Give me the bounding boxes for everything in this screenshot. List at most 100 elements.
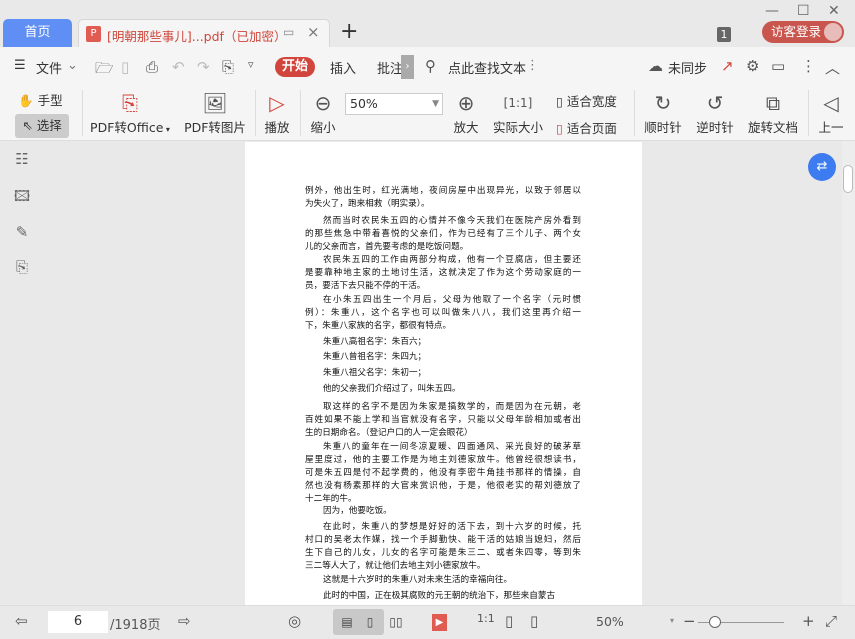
vertical-scrollbar[interactable] xyxy=(842,141,855,605)
select-tool-button[interactable]: ⇖ 选择 xyxy=(15,114,69,138)
chevron-down-icon[interactable]: ⌄ xyxy=(67,58,78,73)
hand-tool-button[interactable]: ✋ 手型 xyxy=(18,90,63,109)
rotate-counterclockwise-button[interactable]: ↺ 逆时针 xyxy=(694,89,736,136)
text-line: 生的日期命名。（登记户口的人一定会眼花） xyxy=(305,428,473,438)
sync-status[interactable]: 未同步 xyxy=(668,58,707,77)
text-line: 例）：朱重八，这个名字也可以叫做朱八八，我们这里再介绍一 xyxy=(305,308,581,318)
tab-document-title: [明朝那些事儿]...pdf（已加密） xyxy=(107,29,287,44)
menu-tab-annotate[interactable]: 批注 xyxy=(377,58,403,77)
maximize-button[interactable]: ☐ xyxy=(797,3,810,19)
floating-convert-button[interactable]: ⇄ xyxy=(808,153,836,181)
previous-page-icon[interactable]: ⇦ xyxy=(15,612,28,630)
tab-home[interactable]: 首页 xyxy=(3,19,72,47)
dual-page-view-button[interactable]: ▯▯ xyxy=(382,609,410,635)
zoom-out-label: 缩小 xyxy=(310,120,336,135)
fit-page-button[interactable]: ▯ 适合页面 xyxy=(556,118,617,137)
gear-icon[interactable]: ⚙ xyxy=(746,57,759,75)
thumbnail-icon[interactable]: 🖾 xyxy=(13,186,31,205)
search-input[interactable]: 点此查找文本 xyxy=(448,58,526,77)
rotate-clockwise-button[interactable]: ↻ 顺时针 xyxy=(642,89,684,136)
paragraph: 例外，他出生时，红光满地，夜间房屋中出现异光，以致于邻居以 为失火了，跑来相救（明… xyxy=(305,185,581,211)
text-line: 是要靠种地主家的土地讨生活，这就决定了作为这个劳动家庭的一 xyxy=(305,268,581,278)
actual-size-icon: [1:1] xyxy=(503,96,533,110)
eye-protection-icon[interactable]: ◎ xyxy=(288,612,301,630)
text-line: 这就是十六岁时的朱重八对未来生活的幸福向往。 xyxy=(323,575,513,585)
paragraph: 农民朱五四的工作由两部分构成，他有一个豆腐店，但主要还 是要靠种地主家的土地讨生活… xyxy=(305,254,581,293)
zoom-out-icon[interactable]: − xyxy=(683,612,696,630)
paragraph: 朱重八的童年在一间冬凉夏暖、四面通风、采光良好的破茅草 屋里度过，他的主要工作是为… xyxy=(305,441,581,506)
scroll-tabs-right-button[interactable]: › xyxy=(401,55,414,79)
tab-count-badge[interactable]: 1 xyxy=(717,27,731,42)
total-pages: /1918页 xyxy=(110,618,161,633)
zoom-in-label: 放大 xyxy=(453,120,479,135)
export-icon[interactable]: ⎘ xyxy=(222,58,234,76)
actual-size-button[interactable]: [1:1] 实际大小 xyxy=(490,89,546,136)
text-line: 儿的父亲而言，首先要考虑的是吃饭问题。 xyxy=(305,242,469,252)
rotate-document-button[interactable]: ⧉ 旋转文档 xyxy=(746,89,800,136)
new-tab-button[interactable]: + xyxy=(340,19,358,44)
zoom-slider-handle[interactable] xyxy=(709,616,722,628)
text-line: 朱重八祖父名字：朱初一； xyxy=(323,368,427,378)
pdf-to-image-button[interactable]: 🖼 PDF转图片 xyxy=(183,89,247,136)
comment-icon[interactable]: ▭ xyxy=(771,57,785,75)
pdf-page: 例外，他出生时，红光满地，夜间房屋中出现异光，以致于邻居以 为失火了，跑来相救（明… xyxy=(245,142,642,605)
menu-tab-insert[interactable]: 插入 xyxy=(330,58,356,77)
undo-icon[interactable]: ↶ xyxy=(172,58,185,76)
text-line: 然而当时农民朱五四的心情并不像今天我们在医院产房外看到 xyxy=(323,216,581,226)
text-line: 在小朱五四出生一个月后，父母为他取了一个名字（元时惯 xyxy=(323,295,581,305)
hamburger-icon[interactable]: ☰ xyxy=(14,58,26,73)
print-icon[interactable]: ⎙ xyxy=(146,58,158,76)
play-icon[interactable]: ▶ xyxy=(432,614,447,631)
save-icon[interactable]: ▯ xyxy=(121,58,129,76)
zoom-in-button[interactable]: ⊕ 放大 xyxy=(451,89,481,136)
fit-width-label: 适合宽度 xyxy=(566,94,617,109)
zoom-dropdown-icon[interactable]: ▾ xyxy=(670,616,674,625)
close-window-button[interactable]: ✕ xyxy=(828,3,840,19)
zoom-out-button[interactable]: ⊖ 缩小 xyxy=(308,89,338,136)
text-line: 生下自己的儿女，儿女的名字可能是朱三二、或者朱四零，等到朱 xyxy=(305,548,581,558)
fit-page-icon[interactable]: ▯ xyxy=(505,612,513,630)
attachment-icon[interactable]: ⎘ xyxy=(13,258,31,276)
play-icon: ▷ xyxy=(269,91,285,115)
fit-width-button[interactable]: ▯ 适合宽度 xyxy=(556,91,617,110)
menu-tab-start[interactable]: 开始 xyxy=(275,57,315,77)
play-button[interactable]: ▷ 播放 xyxy=(262,89,292,136)
single-page-view-button[interactable]: ▯ xyxy=(356,609,384,635)
zoom-select[interactable]: 50% ▼ xyxy=(345,93,443,115)
open-folder-icon[interactable]: 🗁 xyxy=(95,58,114,83)
previous-page-button[interactable]: ◁ 上一 xyxy=(816,89,846,136)
scrollbar-thumb[interactable] xyxy=(843,165,853,193)
search-icon[interactable]: ⚲ xyxy=(425,57,436,75)
more-vertical-icon[interactable]: ⋮ xyxy=(526,58,539,73)
next-page-icon[interactable]: ⇨ xyxy=(178,612,191,630)
more-dropdown-icon[interactable]: ▿ xyxy=(248,58,254,71)
paragraph: 此时的中国，正在极其腐败的元王朝的统治下，那些来自蒙古 xyxy=(305,590,581,603)
text-line: 为失火了，跑来相救（明实录）。 xyxy=(305,199,430,209)
annotation-icon[interactable]: ✎ xyxy=(13,223,31,241)
paragraph: 朱重八高祖名字：朱百六； xyxy=(305,336,581,349)
fit-width-icon[interactable]: ▯ xyxy=(530,612,538,630)
collapse-ribbon-icon[interactable]: ︿ xyxy=(825,57,840,78)
more-icon[interactable]: ⋮ xyxy=(801,57,816,75)
actual-size-icon[interactable]: 1:1 xyxy=(477,612,495,625)
login-button[interactable]: 访客登录 xyxy=(762,21,844,43)
share-icon[interactable]: ↗ xyxy=(721,57,734,75)
pdf-to-office-label: PDF转Office xyxy=(90,120,164,135)
pin-icon[interactable]: ▭ xyxy=(283,25,294,39)
text-line: 取这样的名字不是因为朱家是搞数学的，而是因为在元朝，老 xyxy=(323,402,581,412)
fullscreen-icon[interactable]: ⤢ xyxy=(825,612,837,630)
page-number-input[interactable]: 6 xyxy=(48,611,108,633)
pdf-to-office-button[interactable]: ⎘ PDF转Office ▾ xyxy=(90,89,170,136)
redo-icon[interactable]: ↷ xyxy=(197,58,210,76)
close-tab-icon[interactable]: × xyxy=(307,23,320,41)
bookmark-list-icon[interactable]: ☷ xyxy=(13,150,31,168)
rotate-document-icon: ⧉ xyxy=(765,91,781,115)
text-line: 因为，他要吃饭。 xyxy=(323,506,392,516)
file-menu[interactable]: 文件 xyxy=(36,58,62,77)
zoom-level[interactable]: 50% xyxy=(596,614,624,629)
fit-page-icon: ▯ xyxy=(556,121,563,136)
tab-document[interactable]: P [明朝那些事儿]...pdf（已加密） ▭ × xyxy=(78,19,330,47)
zoom-in-icon[interactable]: + xyxy=(802,612,815,630)
cloud-icon[interactable]: ☁ xyxy=(648,57,663,75)
minimize-button[interactable]: — xyxy=(765,3,779,19)
